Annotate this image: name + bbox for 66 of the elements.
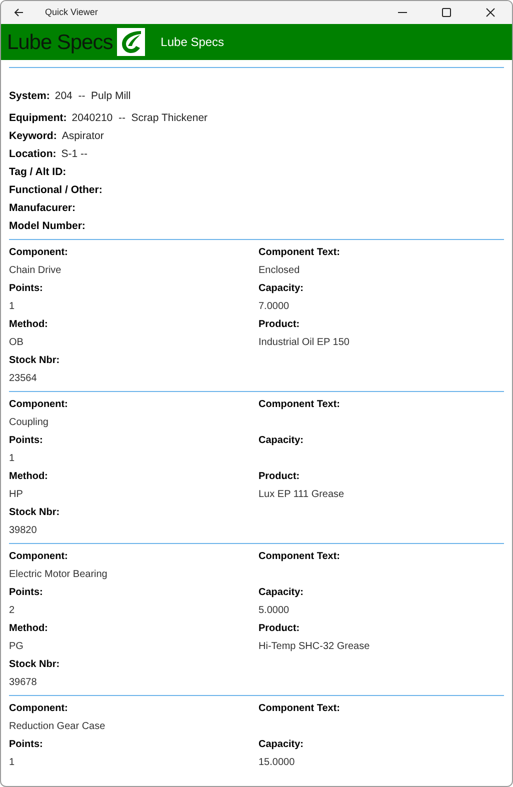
field-label: Points: (9, 282, 43, 296)
info-label: Model Number: (9, 219, 86, 234)
field-label: Component Text: (258, 398, 340, 412)
field-value: 39820 (9, 524, 37, 538)
field-label: Capacity: (258, 434, 304, 448)
field-label: Component: (9, 398, 68, 412)
field-label: Stock Nbr: (9, 658, 60, 672)
field-value: PG (9, 640, 24, 654)
info-label: Tag / Alt ID: (9, 165, 66, 180)
window-title: Quick Viewer (45, 6, 98, 19)
field-label: Component: (9, 246, 68, 260)
field-label: Stock Nbr: (9, 506, 60, 520)
field-label: Method: (9, 318, 48, 332)
field-value: 23564 (9, 372, 37, 386)
field-value: 1 (9, 300, 15, 314)
field-label: Capacity: (258, 738, 304, 752)
info-label: Equipment: (9, 111, 67, 126)
field-value: Industrial Oil EP 150 (258, 336, 350, 350)
field-label: Component: (9, 550, 68, 564)
field-label: Capacity: (258, 282, 304, 296)
info-value: S-1 -- (61, 147, 88, 162)
field-label: Method: (9, 470, 48, 484)
maximize-icon (442, 8, 450, 17)
info-value: Aspirator (62, 129, 104, 144)
leaf-logo-icon (116, 28, 145, 56)
field-value: Hi-Temp SHC-32 Grease (258, 640, 370, 654)
field-value: 1 (9, 756, 15, 770)
field-value: Chain Drive (9, 264, 62, 278)
minimize-icon (398, 12, 406, 13)
header-title: Lube Specs (160, 34, 224, 51)
field-label: Product: (258, 318, 300, 332)
field-value: Lux EP 111 Grease (258, 488, 344, 502)
field-value: Reduction Gear Case (9, 720, 106, 734)
field-value: Enclosed (258, 264, 300, 278)
field-value: 39678 (9, 676, 37, 690)
back-arrow-icon (14, 8, 24, 17)
logo-text: Lube Specs (7, 32, 113, 52)
field-value: 7.0000 (258, 300, 290, 314)
info-value: 204 -- Pulp Mill (54, 89, 131, 104)
field-value: HP (9, 488, 23, 502)
field-label: Points: (9, 738, 43, 752)
field-value: 2 (9, 604, 15, 618)
info-label: Manufacurer: (9, 201, 76, 216)
field-label: Capacity: (258, 586, 304, 600)
info-label: Keyword: (9, 129, 57, 144)
info-label: Functional / Other: (9, 183, 102, 198)
field-value: 15.0000 (258, 756, 295, 770)
field-value: OB (9, 336, 24, 350)
field-label: Product: (258, 622, 300, 636)
field-label: Component Text: (258, 550, 340, 564)
field-value: Electric Motor Bearing (9, 568, 108, 582)
field-label: Product: (258, 470, 300, 484)
info-label: Location: (9, 147, 56, 162)
info-value: 2040210 -- Scrap Thickener (72, 111, 208, 126)
field-label: Component: (9, 702, 68, 716)
field-label: Component Text: (258, 246, 340, 260)
field-label: Points: (9, 434, 43, 448)
field-label: Stock Nbr: (9, 354, 60, 368)
field-label: Method: (9, 622, 48, 636)
close-icon (486, 8, 494, 17)
field-value: Coupling (9, 416, 48, 430)
info-label: System: (9, 89, 50, 104)
field-value: 1 (9, 452, 15, 466)
field-value: 5.0000 (258, 604, 290, 618)
field-label: Points: (9, 586, 43, 600)
field-label: Component Text: (258, 702, 340, 716)
